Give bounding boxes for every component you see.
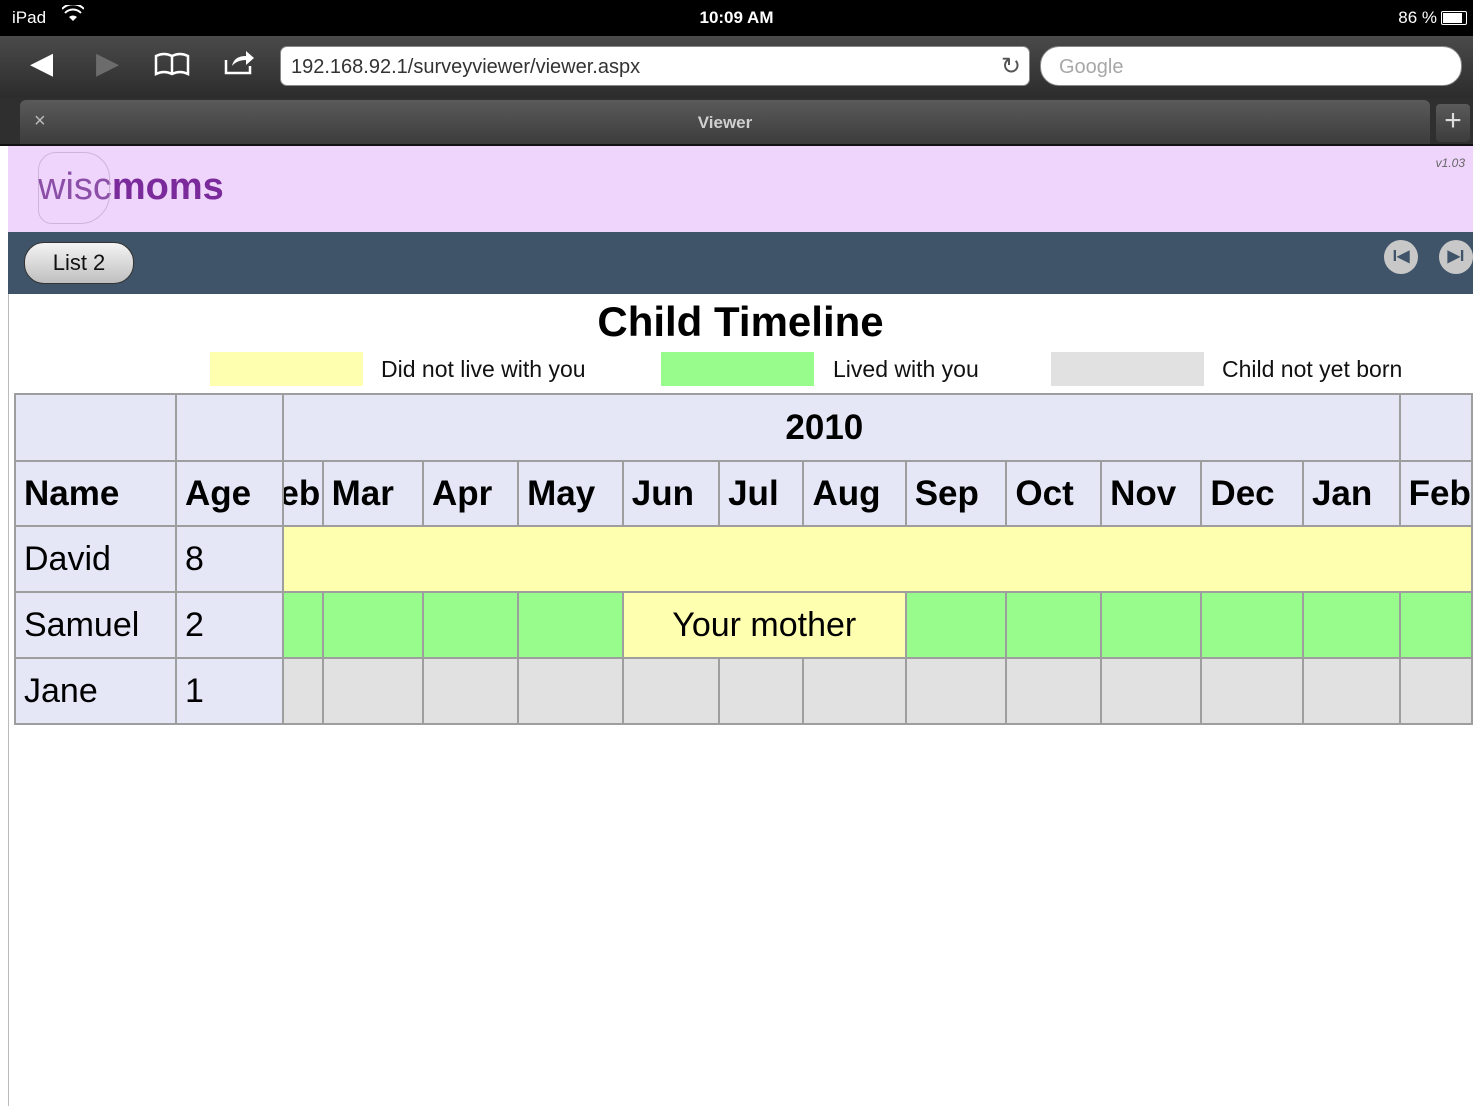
skip-back-icon[interactable]: I◀ [1384, 240, 1418, 274]
site-header: wiscmoms v1.03 [8, 146, 1473, 232]
timeline-cell-lived[interactable] [904, 591, 1008, 659]
search-field[interactable]: Google [1040, 46, 1462, 86]
child-age: 2 [175, 591, 284, 659]
tab-strip: × Viewer + [0, 98, 1473, 146]
timeline-cell-not-born[interactable] [517, 657, 624, 725]
legend-swatch-not-born [1051, 352, 1204, 386]
version-label: v1.03 [1435, 156, 1465, 170]
child-table: Name Age David 8 Samuel 2 Jane 1 [14, 393, 284, 725]
timeline-span-did-not-live[interactable] [284, 525, 1473, 593]
month-header: Aug [802, 460, 907, 527]
child-age: 1 [175, 657, 284, 725]
next-year-header [1398, 393, 1473, 462]
timeline-cell-not-born[interactable] [1301, 657, 1401, 725]
month-header: May [517, 460, 624, 527]
timeline-cell-lived[interactable] [1398, 591, 1473, 659]
timeline-cell-not-born[interactable] [1200, 657, 1304, 725]
bookmarks-icon[interactable] [154, 50, 190, 84]
child-name: Samuel [14, 591, 177, 659]
timeline-cell-not-born[interactable] [1005, 657, 1103, 725]
url-text: 192.168.92.1/surveyviewer/viewer.aspx [291, 56, 641, 78]
nav-bar: List 2 I◀ ▶I [8, 232, 1473, 294]
table-row[interactable]: Samuel 2 [14, 591, 284, 659]
search-placeholder: Google [1059, 56, 1124, 78]
month-header: Jun [621, 460, 721, 527]
month-header: Mar [321, 460, 425, 527]
timeline-cell-not-born[interactable] [718, 657, 805, 725]
legend-swatch-lived [661, 352, 814, 386]
month-header: Apr [421, 460, 520, 527]
corner-cell [175, 393, 284, 462]
timeline-cell-lived[interactable] [1100, 591, 1203, 659]
table-row[interactable]: Jane 1 [14, 657, 284, 725]
battery-icon [1441, 11, 1467, 25]
timeline-scroll-area[interactable]: 2010 Feb Mar Apr May Jun Jul Aug Sep Oct… [284, 393, 1473, 726]
timeline-cell-not-born[interactable] [1100, 657, 1203, 725]
timeline-cell-not-born[interactable] [321, 657, 425, 725]
timeline-cell-not-born[interactable] [284, 657, 324, 725]
month-header: Jan [1301, 460, 1401, 527]
month-header: Nov [1100, 460, 1203, 527]
forward-icon[interactable]: ▶ [96, 46, 119, 81]
page-title: Child Timeline [597, 298, 884, 345]
share-icon[interactable] [222, 50, 256, 84]
timeline-cell-lived[interactable] [321, 591, 425, 659]
timeline-cell-lived[interactable] [284, 591, 324, 659]
age-header: Age [175, 460, 284, 527]
timeline-cell-lived[interactable] [1200, 591, 1304, 659]
child-name: Jane [14, 657, 177, 725]
name-header: Name [14, 460, 177, 527]
battery-percent: 86 % [1398, 8, 1437, 27]
child-age: 8 [175, 525, 284, 593]
timeline-cell-not-born[interactable] [904, 657, 1008, 725]
timeline-row-samuel: Your mother [284, 591, 1473, 659]
table-row[interactable]: David 8 [14, 525, 284, 593]
timeline-row-jane [284, 657, 1473, 725]
logo: wiscmoms [38, 152, 224, 224]
browser-toolbar: ◀ ▶ 192.168.92.1/surveyviewer/viewer.asp… [0, 36, 1473, 98]
legend-swatch-did-not-live [210, 352, 363, 386]
corner-cell [14, 393, 177, 462]
legend-label-did-not-live: Did not live with you [381, 356, 586, 382]
logo-moms: moms [111, 166, 224, 208]
timeline-cell-not-born[interactable] [802, 657, 907, 725]
timeline-cell-lived[interactable] [517, 591, 624, 659]
timeline-cell-not-born[interactable] [621, 657, 721, 725]
skip-forward-icon[interactable]: ▶I [1439, 240, 1473, 274]
child-name: David [14, 525, 177, 593]
timeline-cell-lived[interactable] [421, 591, 520, 659]
legend-label-lived: Lived with you [833, 356, 979, 382]
month-header: Dec [1200, 460, 1304, 527]
tab-viewer[interactable]: × Viewer [20, 100, 1430, 144]
wisconsin-map-icon [38, 152, 110, 224]
clock: 10:09 AM [699, 8, 774, 27]
timeline-table: 2010 Feb Mar Apr May Jun Jul Aug Sep Oct… [284, 393, 1473, 725]
month-header: Jul [718, 460, 805, 527]
back-icon[interactable]: ◀ [30, 46, 53, 81]
url-field[interactable]: 192.168.92.1/surveyviewer/viewer.aspx ↻ [280, 46, 1030, 86]
timeline-span-your-mother[interactable]: Your mother [621, 591, 907, 659]
legend-label-not-born: Child not yet born [1222, 356, 1403, 382]
month-header: Sep [904, 460, 1008, 527]
year-header: 2010 [284, 393, 1401, 462]
month-header: Oct [1005, 460, 1103, 527]
timeline-cell-not-born[interactable] [1398, 657, 1473, 725]
list-button[interactable]: List 2 [24, 242, 134, 284]
timeline-cell-not-born[interactable] [421, 657, 520, 725]
month-header: Feb [284, 460, 324, 527]
status-bar: iPad 10:09 AM 86 % [0, 0, 1473, 36]
new-tab-button[interactable]: + [1436, 104, 1470, 142]
month-header: Feb [1398, 460, 1473, 527]
reload-icon[interactable]: ↻ [1001, 52, 1021, 81]
timeline-row-david [284, 525, 1473, 593]
timeline-cell-lived[interactable] [1005, 591, 1103, 659]
timeline-cell-lived[interactable] [1301, 591, 1401, 659]
tab-title: Viewer [697, 113, 753, 132]
